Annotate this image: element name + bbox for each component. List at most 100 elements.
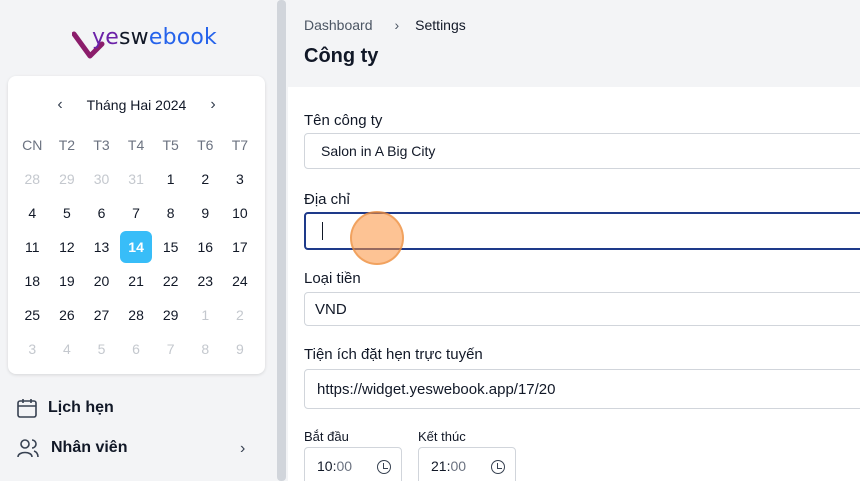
calendar-day[interactable]: 26 bbox=[50, 298, 85, 332]
calendar-day-number: 7 bbox=[166, 341, 175, 357]
breadcrumb: Dashboard › Settings bbox=[304, 17, 466, 33]
calendar-day[interactable]: 2 bbox=[223, 298, 258, 332]
calendar-day[interactable]: 19 bbox=[50, 264, 85, 298]
calendar-day[interactable]: 22 bbox=[153, 264, 188, 298]
calendar-day[interactable]: 1 bbox=[153, 162, 188, 196]
calendar-day-number: 11 bbox=[25, 239, 40, 255]
calendar-day[interactable]: 7 bbox=[119, 196, 154, 230]
end-minute: 00 bbox=[450, 458, 467, 474]
calendar-day[interactable]: 4 bbox=[15, 196, 50, 230]
calendar-day[interactable]: 25 bbox=[15, 298, 50, 332]
calendar-day[interactable]: 18 bbox=[15, 264, 50, 298]
calendar-day[interactable]: 30 bbox=[84, 162, 119, 196]
calendar-day[interactable]: 28 bbox=[15, 162, 50, 196]
booking-widget-url-input[interactable]: https://widget.yeswebook.app/17/20 bbox=[304, 369, 860, 409]
sidebar-item-appointments[interactable]: Lịch hẹn bbox=[16, 394, 114, 422]
users-icon bbox=[17, 439, 39, 458]
currency-input[interactable]: VND bbox=[304, 292, 860, 326]
calendar-day[interactable]: 8 bbox=[188, 332, 223, 366]
calendar-day-number: 15 bbox=[162, 239, 179, 255]
calendar-day[interactable]: 2 bbox=[188, 162, 223, 196]
calendar-day-number: 10 bbox=[232, 205, 248, 221]
calendar-day[interactable]: 17 bbox=[223, 230, 258, 264]
calendar-day[interactable]: 23 bbox=[188, 264, 223, 298]
calendar-day[interactable]: 29 bbox=[153, 298, 188, 332]
start-time-input[interactable]: 10: 00 bbox=[304, 447, 402, 481]
calendar-day-number: 1 bbox=[201, 307, 210, 323]
calendar-day-number: 13 bbox=[93, 239, 110, 255]
calendar-day[interactable]: 5 bbox=[50, 196, 85, 230]
calendar-day-number: 9 bbox=[201, 205, 210, 221]
calendar-icon bbox=[17, 399, 37, 418]
breadcrumb-dashboard[interactable]: Dashboard bbox=[304, 17, 373, 33]
calendar-day[interactable]: 7 bbox=[153, 332, 188, 366]
calendar-day-number: 18 bbox=[24, 273, 41, 289]
calendar-day[interactable]: 24 bbox=[223, 264, 258, 298]
calendar-day[interactable]: 6 bbox=[119, 332, 154, 366]
calendar-day[interactable]: 21 bbox=[119, 264, 154, 298]
calendar-day-number: 6 bbox=[132, 341, 140, 357]
calendar-day-number: 28 bbox=[24, 171, 41, 187]
calendar-day[interactable]: 20 bbox=[84, 264, 119, 298]
calendar-day[interactable]: 10 bbox=[223, 196, 258, 230]
calendar-day[interactable]: 5 bbox=[84, 332, 119, 366]
company-name-label: Tên công ty bbox=[304, 112, 383, 129]
company-settings-form: Tên công ty Salon in A Big City Địa chỉ … bbox=[288, 87, 860, 481]
calendar-day-number: 28 bbox=[128, 307, 144, 323]
calendar-day[interactable]: 6 bbox=[84, 196, 119, 230]
calendar-day[interactable]: 16 bbox=[188, 230, 223, 264]
booking-widget-label: Tiện ích đặt hẹn trực tuyến bbox=[304, 346, 483, 363]
calendar-day-today[interactable]: 14 bbox=[119, 230, 154, 264]
chevron-right-icon[interactable]: › bbox=[240, 440, 245, 458]
calendar-day[interactable]: 27 bbox=[84, 298, 119, 332]
calendar-day-number: 12 bbox=[59, 239, 75, 255]
calendar-day-number: 2 bbox=[201, 171, 210, 187]
calendar-day[interactable]: 11 bbox=[15, 230, 50, 264]
calendar-header: ‹ Tháng Hai 2024 › bbox=[8, 94, 265, 118]
calendar-day[interactable]: 29 bbox=[50, 162, 85, 196]
calendar-day[interactable]: 28 bbox=[119, 298, 154, 332]
sidebar-item-staff[interactable]: Nhân viên bbox=[16, 434, 127, 462]
company-name-input[interactable]: Salon in A Big City bbox=[304, 133, 860, 169]
calendar-day[interactable]: 3 bbox=[223, 162, 258, 196]
page-title: Công ty bbox=[304, 45, 379, 67]
calendar-day-number: 4 bbox=[62, 341, 71, 357]
sidebar-scrollbar[interactable] bbox=[277, 0, 286, 481]
start-time-label: Bắt đầu bbox=[304, 429, 349, 444]
calendar-day-number: 8 bbox=[166, 205, 175, 221]
calendar-day[interactable]: 8 bbox=[153, 196, 188, 230]
calendar-month-label: Tháng Hai 2024 bbox=[86, 97, 187, 113]
end-time-label: Kết thúc bbox=[418, 429, 466, 444]
calendar-day[interactable]: 4 bbox=[50, 332, 85, 366]
weekday-label: T2 bbox=[58, 137, 76, 153]
end-hour: 21: bbox=[431, 458, 451, 474]
calendar-day-number: 29 bbox=[59, 171, 75, 187]
calendar-day[interactable]: 15 bbox=[153, 230, 188, 264]
end-time-input[interactable]: 21: 00 bbox=[418, 447, 516, 481]
calendar-day-number: 5 bbox=[97, 341, 106, 357]
booking-widget-url: https://widget.yeswebook.app/17/20 bbox=[317, 380, 556, 398]
clock-icon[interactable] bbox=[377, 460, 391, 474]
calendar-day[interactable]: 1 bbox=[188, 298, 223, 332]
chevron-right-icon[interactable]: › bbox=[203, 95, 223, 115]
start-hour: 10: bbox=[317, 458, 337, 474]
clock-icon[interactable] bbox=[491, 460, 505, 474]
calendar-day-number: 21 bbox=[128, 273, 144, 289]
calendar-day-number: 26 bbox=[59, 307, 75, 323]
calendar-day-number: 6 bbox=[97, 205, 106, 221]
calendar-day-number: 20 bbox=[93, 273, 110, 289]
calendar-day[interactable]: 9 bbox=[188, 196, 223, 230]
calendar-grid: CN T2 T3 T4 T5 T6 T7 28 29 30 31 1 2 3 4 5 6 7 8 9 10 11 12 13 1… bbox=[15, 128, 257, 366]
calendar-day[interactable]: 31 bbox=[119, 162, 154, 196]
calendar-day[interactable]: 12 bbox=[50, 230, 85, 264]
click-indicator bbox=[350, 211, 404, 265]
calendar-day[interactable]: 3 bbox=[15, 332, 50, 366]
company-name-value: Salon in A Big City bbox=[321, 143, 436, 159]
calendar-day-number: 16 bbox=[197, 239, 214, 255]
calendar-day[interactable]: 13 bbox=[84, 230, 119, 264]
calendar-day-number: 25 bbox=[24, 307, 41, 323]
calendar-day[interactable]: 9 bbox=[223, 332, 258, 366]
calendar-day-number: 27 bbox=[93, 307, 110, 323]
yeswebook-logo[interactable]: yeswebook bbox=[72, 20, 217, 62]
calendar-day-number: 2 bbox=[235, 307, 244, 323]
